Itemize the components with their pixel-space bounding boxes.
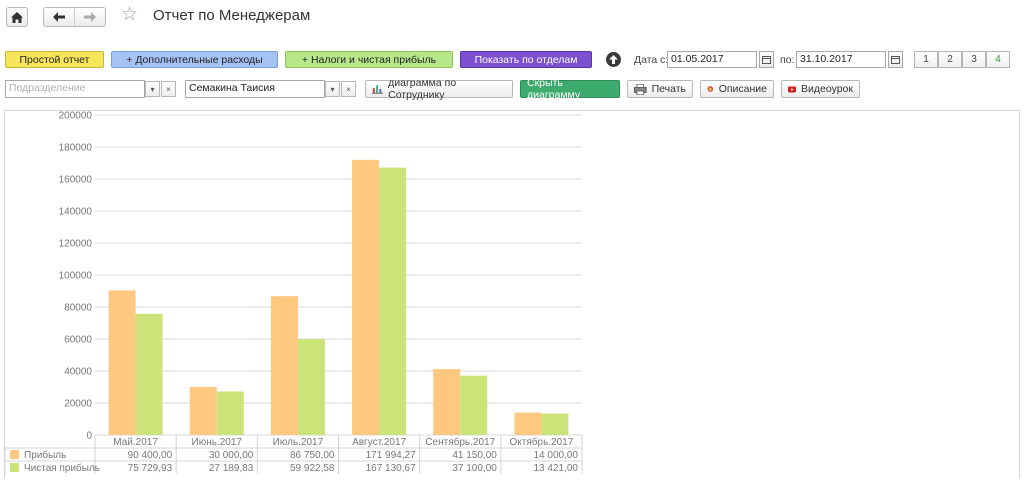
x-category-label: Июнь.2017: [192, 437, 243, 448]
extra-expenses-button[interactable]: + Дополнительные расходы: [111, 51, 278, 68]
department-clear-button[interactable]: ×: [161, 81, 176, 97]
bar-net-profit: [216, 391, 244, 435]
data-label: 14 000,00: [534, 450, 579, 461]
employee-clear-button[interactable]: ×: [341, 81, 356, 97]
description-button[interactable]: Описание: [700, 80, 774, 98]
employee-input[interactable]: Семакина Таисия: [185, 80, 325, 98]
y-tick-label: 180000: [59, 143, 93, 154]
data-label: 30 000,00: [209, 450, 254, 461]
legend-series-name: Прибыль: [24, 449, 66, 461]
video-lesson-label: Видеоурок: [801, 83, 853, 95]
y-tick-label: 60000: [64, 335, 92, 346]
chart-panel: 0 20000 40000 60000 80000 100000 120000 140000 1…: [4, 110, 1020, 478]
x-category-label: Май.2017: [113, 437, 158, 448]
show-by-depts-button[interactable]: Показать по отделам: [460, 51, 592, 68]
bar-chart: 0 20000 40000 60000 80000 100000 120000 140000 1…: [4, 111, 583, 474]
y-tick-label: 100000: [59, 271, 93, 282]
department-placeholder: Подразделение: [9, 82, 86, 94]
print-button[interactable]: Печать: [627, 80, 693, 98]
star-icon[interactable]: ☆: [121, 4, 138, 26]
x-category-label: Июль.2017: [273, 437, 324, 448]
department-input[interactable]: Подразделение: [5, 80, 145, 98]
description-icon: [707, 86, 714, 92]
back-button[interactable]: [44, 8, 75, 26]
date-from-label: Дата с:: [634, 54, 669, 66]
home-icon: [11, 11, 23, 23]
data-label: 41 150,00: [452, 450, 497, 461]
x-category-label: Октябрь.2017: [510, 436, 574, 448]
data-label: 167 130,67: [366, 463, 416, 474]
bar-net-profit: [379, 167, 407, 435]
history-nav: [43, 7, 106, 27]
y-tick-label: 40000: [64, 367, 92, 378]
y-tick-label: 0: [86, 431, 92, 442]
x-category-label: Август.2017: [352, 437, 406, 448]
hide-chart-button[interactable]: Скрыть диаграмму: [520, 77, 620, 101]
taxes-profit-button[interactable]: + Налоги и чистая прибыль: [285, 51, 453, 68]
printer-icon: [634, 83, 647, 95]
bar-profit: [108, 290, 136, 435]
y-tick-label: 20000: [64, 399, 92, 410]
forward-button[interactable]: [75, 8, 105, 26]
video-icon: [788, 86, 797, 92]
bar-profit: [189, 387, 217, 435]
bar-net-profit: [460, 375, 488, 435]
hide-chart-label: Скрыть диаграмму: [527, 77, 581, 101]
calendar-from-button[interactable]: [759, 51, 774, 68]
page-button-2[interactable]: 2: [938, 51, 962, 68]
department-dropdown-button[interactable]: ▾: [145, 81, 160, 97]
employee-value: Семакина Таисия: [189, 82, 275, 94]
chart-by-employee-button[interactable]: диаграмма по Сотруднику: [365, 77, 513, 101]
date-from-field[interactable]: 01.05.2017: [667, 51, 757, 68]
description-label: Описание: [718, 83, 767, 95]
legend-swatch: [10, 463, 19, 472]
data-label: 171 994,27: [366, 450, 416, 461]
y-tick-label: 80000: [64, 303, 92, 314]
print-label: Печать: [651, 83, 686, 95]
employee-dropdown-button[interactable]: ▾: [325, 81, 340, 97]
data-label: 86 750,00: [290, 450, 335, 461]
bar-profit: [270, 296, 298, 435]
bar-net-profit: [541, 413, 569, 435]
bar-chart-icon: [372, 85, 384, 94]
arrow-right-icon: [83, 12, 96, 22]
bar-net-profit: [135, 313, 163, 435]
legend-series-name: Чистая прибыль: [24, 462, 100, 474]
x-category-label: Сентябрь.2017: [425, 436, 495, 448]
page-button-1[interactable]: 1: [914, 51, 938, 68]
y-tick-label: 140000: [59, 207, 93, 218]
y-tick-label: 160000: [59, 175, 93, 186]
data-label: 13 421,00: [534, 463, 579, 474]
home-button[interactable]: [6, 7, 28, 27]
legend-swatch: [10, 450, 19, 459]
calendar-to-button[interactable]: [888, 51, 903, 68]
video-lesson-button[interactable]: Видеоурок: [781, 80, 860, 98]
data-label: 37 100,00: [452, 463, 497, 474]
simple-report-button[interactable]: Простой отчет: [5, 51, 104, 68]
data-label: 59 922,58: [290, 463, 335, 474]
date-to-label: по:: [780, 54, 795, 66]
date-to-field[interactable]: 31.10.2017: [796, 51, 886, 68]
bar-net-profit: [297, 339, 325, 435]
page-button-3[interactable]: 3: [962, 51, 986, 68]
upload-icon[interactable]: [606, 52, 621, 67]
data-label: 75 729,93: [128, 463, 173, 474]
calendar-icon: [762, 55, 771, 64]
bar-profit: [514, 412, 542, 435]
bar-profit: [433, 369, 461, 435]
y-tick-label: 200000: [59, 111, 93, 122]
arrow-left-icon: [52, 12, 65, 22]
calendar-icon: [891, 55, 900, 64]
page-button-4[interactable]: 4: [986, 51, 1010, 68]
data-label: 90 400,00: [128, 450, 173, 461]
page-title: Отчет по Менеджерам: [153, 7, 311, 24]
y-tick-label: 120000: [59, 239, 93, 250]
data-label: 27 189,83: [209, 463, 254, 474]
chart-by-employee-label: диаграмма по Сотруднику: [388, 77, 457, 101]
bar-profit: [352, 159, 380, 435]
